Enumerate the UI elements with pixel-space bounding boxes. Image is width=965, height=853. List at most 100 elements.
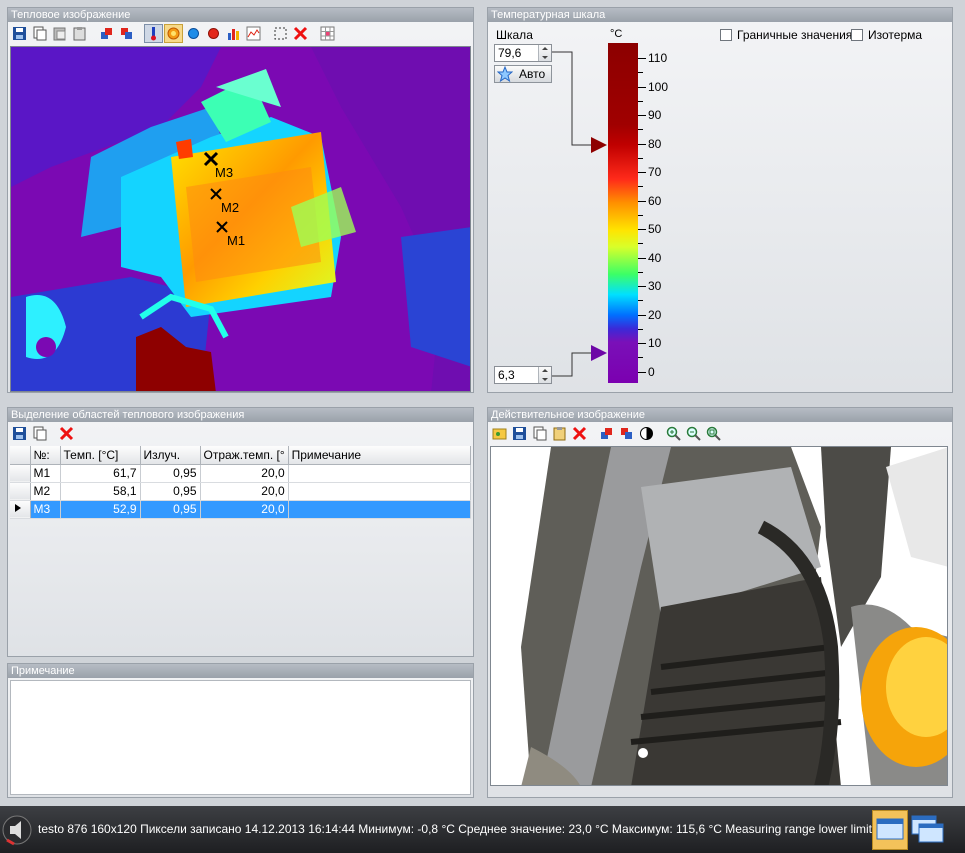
unit-label: °C [610, 28, 623, 40]
regions-panel: Выделение областей теплового изображения… [7, 407, 474, 657]
hotspot-red-icon[interactable] [204, 24, 223, 43]
cell-temp[interactable]: 58,1 [60, 482, 141, 501]
cell-reflected-temp[interactable]: 20,0 [200, 500, 289, 519]
cell-emissivity[interactable]: 0,95 [140, 482, 201, 501]
lower-limit-spinner[interactable] [538, 367, 551, 383]
column-header[interactable]: Отраж.темп. [° [200, 446, 289, 465]
zoom-fit-icon[interactable] [704, 424, 723, 443]
column-header[interactable]: Примечание [288, 446, 472, 465]
contrast-icon[interactable] [637, 424, 656, 443]
status-bar: testo 876 160x120 Пиксели записано 14.12… [0, 806, 965, 853]
thermal-image-panel: Тепловое изображение M3 M2 M1 [7, 7, 474, 393]
boundary-values-checkbox[interactable]: Граничные значения [720, 28, 852, 42]
rotate-left-icon[interactable] [97, 24, 116, 43]
marker-label: M1 [227, 233, 246, 248]
save-icon[interactable] [10, 24, 29, 43]
table-header: №: Темп. [°C] Излуч. Отраж.темп. [° Прим… [10, 446, 472, 465]
cascade-windows-button[interactable] [910, 810, 946, 850]
upper-limit-value: 79,6 [498, 46, 522, 60]
select-area-icon[interactable] [271, 24, 290, 43]
copy-icon[interactable] [530, 424, 549, 443]
thermometer-icon[interactable] [144, 23, 163, 43]
rotate-right-icon[interactable] [617, 424, 636, 443]
rotate-left-icon[interactable] [597, 424, 616, 443]
cell-note[interactable] [288, 482, 472, 501]
cell-temp[interactable]: 61,7 [60, 464, 141, 483]
lower-limit-input[interactable]: 6,3 [494, 366, 552, 384]
scale-tick-label: 30 [648, 279, 662, 293]
real-toolbar [488, 422, 952, 444]
rotate-right-icon[interactable] [117, 24, 136, 43]
palette-grid-icon[interactable] [318, 24, 337, 43]
cell-note[interactable] [288, 500, 472, 519]
scale-minor-tick [638, 300, 643, 302]
cell-temp[interactable]: 52,9 [60, 500, 141, 519]
scale-tick [638, 371, 646, 373]
copy-icon[interactable] [30, 424, 49, 443]
table-row[interactable]: M2 58,1 0,95 20,0 [10, 482, 472, 501]
delete-icon[interactable] [570, 424, 589, 443]
speaker-icon[interactable] [2, 814, 32, 846]
upper-slider-handle[interactable] [591, 136, 609, 154]
paste-icon[interactable] [550, 424, 569, 443]
cell-id[interactable]: M2 [30, 482, 61, 501]
scale-tick [638, 58, 646, 59]
scale-tick-label: 90 [648, 108, 662, 122]
column-header[interactable]: №: [30, 446, 61, 465]
scale-tick [638, 343, 646, 344]
zoom-in-icon[interactable] [664, 424, 683, 443]
copy-icon[interactable] [30, 24, 49, 43]
cell-id[interactable]: M1 [30, 464, 61, 483]
scale-tick [638, 257, 646, 259]
scale-tick-label: 10 [648, 336, 662, 350]
cell-emissivity[interactable]: 0,95 [140, 500, 201, 519]
open-image-icon[interactable] [490, 424, 509, 443]
boundary-checkbox-label: Граничные значения [737, 28, 853, 42]
zoom-out-icon[interactable] [684, 424, 703, 443]
histogram-icon[interactable] [224, 24, 243, 43]
coldspot-icon[interactable] [184, 24, 203, 43]
clipboard-icon[interactable] [70, 24, 89, 43]
cell-emissivity[interactable]: 0,95 [140, 464, 201, 483]
scale-tick [638, 86, 646, 88]
cascade-windows-icon [911, 815, 944, 843]
scale-tick-label: 60 [648, 193, 662, 208]
save-icon[interactable] [510, 424, 529, 443]
isotherm-checkbox[interactable]: Изотерма [851, 28, 922, 42]
regions-table: №: Темп. [°C] Излуч. Отраж.темп. [° Прим… [10, 446, 472, 519]
boundary-checkbox-box[interactable] [720, 29, 732, 41]
cell-reflected-temp[interactable]: 20,0 [200, 464, 289, 483]
delete-icon[interactable] [57, 424, 76, 443]
paste-icon[interactable] [50, 24, 69, 43]
note-panel: Примечание [7, 663, 474, 798]
scale-connectors [552, 51, 598, 377]
lower-slider-handle[interactable] [591, 344, 609, 362]
delete-icon[interactable] [291, 24, 310, 43]
column-header[interactable]: Излуч. [140, 446, 201, 465]
cell-note[interactable] [288, 464, 472, 483]
upper-limit-input[interactable]: 79,6 [494, 44, 552, 62]
auto-button[interactable]: Авто [494, 65, 552, 83]
scale-tick-label: 80 [648, 136, 662, 151]
table-row-selected[interactable]: M3 52,9 0,95 20,0 [10, 500, 472, 519]
table-row[interactable]: M1 61,7 0,95 20,0 [10, 464, 472, 483]
thermal-image[interactable]: M3 M2 M1 [10, 46, 471, 392]
scale-minor-tick [638, 186, 643, 188]
upper-limit-spinner[interactable] [538, 45, 551, 61]
profile-icon[interactable] [244, 24, 263, 43]
scale-tick [638, 143, 646, 145]
temperature-scale-panel: Температурная шкала Шкала °C 79,6 Авто 6… [487, 7, 953, 393]
scale-label: Шкала [496, 28, 533, 42]
scale-minor-tick [638, 328, 643, 330]
hotspot-icon[interactable] [164, 23, 183, 43]
cell-id[interactable]: M3 [30, 500, 61, 519]
save-icon[interactable] [10, 424, 29, 443]
cell-reflected-temp[interactable]: 20,0 [200, 482, 289, 501]
thermal-panel-title: Тепловое изображение [8, 8, 473, 22]
note-textarea[interactable] [10, 680, 471, 795]
real-photo[interactable] [490, 446, 948, 786]
column-header[interactable]: Темп. [°C] [60, 446, 141, 465]
isotherm-checkbox-box[interactable] [851, 29, 863, 41]
thermal-toolbar [8, 22, 473, 44]
window-switch-button[interactable] [872, 810, 908, 850]
